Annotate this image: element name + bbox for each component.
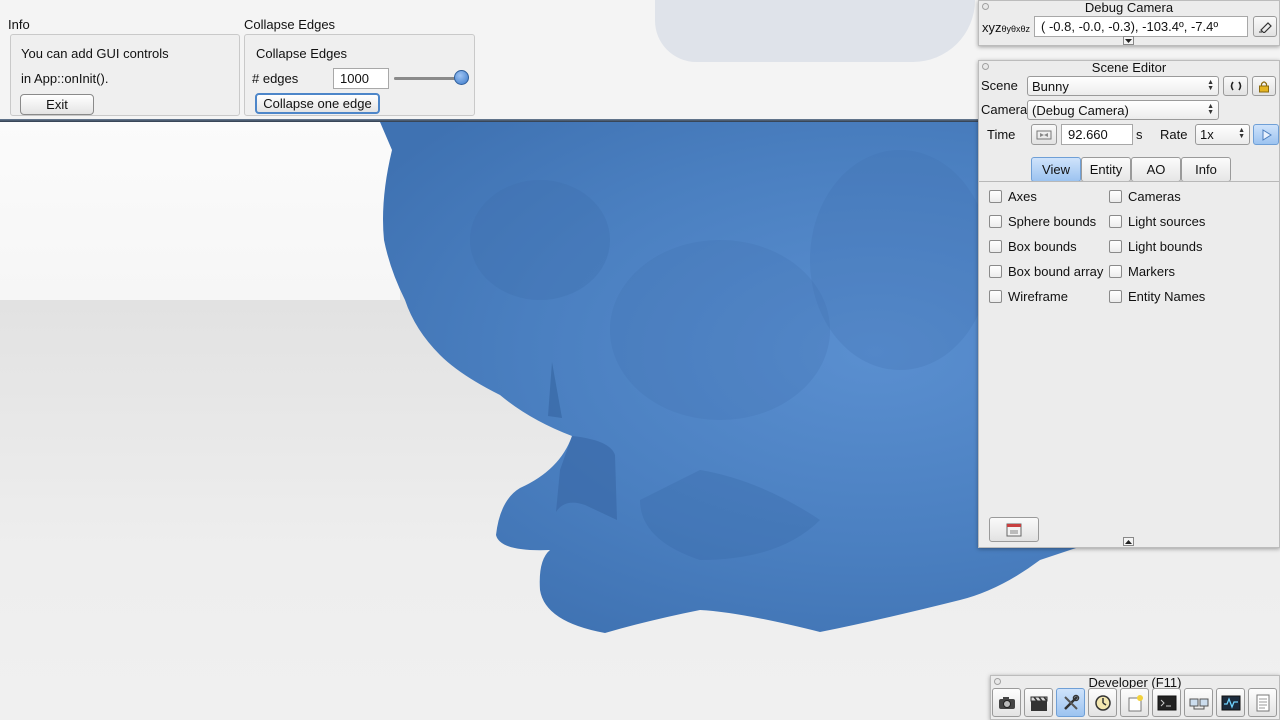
time-unit: s	[1136, 127, 1143, 142]
checkbox-icon	[989, 214, 1002, 228]
axes-checkbox[interactable]: Axes	[989, 188, 1037, 204]
camera-label: Camera	[981, 102, 1028, 117]
info-pane-title: Info	[8, 17, 30, 32]
edges-label: # edges	[252, 71, 299, 86]
time-input[interactable]: 92.660	[1061, 124, 1133, 145]
xyz-label: xyzθyθxθz	[982, 20, 1031, 35]
play-icon[interactable]	[1253, 124, 1279, 145]
rate-dropdown[interactable]: 1x ▲ ▼	[1195, 124, 1250, 145]
cameras-checkbox[interactable]: Cameras	[1109, 188, 1181, 204]
checkbox-label: Entity Names	[1128, 288, 1206, 304]
checkbox-label: Box bounds	[1008, 238, 1077, 254]
collapse-pane-title: Collapse Edges	[244, 17, 336, 32]
camera-dropdown[interactable]: (Debug Camera) ▲ ▼	[1027, 100, 1219, 120]
clock-icon[interactable]	[1088, 688, 1117, 717]
checkbox-icon	[1109, 214, 1122, 228]
checkbox-label: Light sources	[1128, 213, 1206, 229]
film-clapper-icon[interactable]	[1024, 688, 1053, 717]
checkbox-label: Markers	[1128, 263, 1175, 279]
box-bound-array-checkbox[interactable]: Box bound array	[989, 263, 1103, 279]
checkbox-icon	[1109, 264, 1122, 278]
tab-entity[interactable]: Entity	[1081, 157, 1131, 182]
checkbox-label: Wireframe	[1008, 288, 1068, 304]
network-icon[interactable]	[1184, 688, 1213, 717]
collapse-arrow-icon[interactable]	[1123, 537, 1134, 546]
save-scene-icon[interactable]	[989, 517, 1039, 542]
light-sources-checkbox[interactable]: Light sources	[1109, 213, 1205, 229]
copy-icon[interactable]	[1253, 16, 1277, 37]
checkbox-label: Box bound array	[1008, 263, 1104, 279]
time-label: Time	[987, 127, 1016, 142]
exit-button[interactable]: Exit	[20, 94, 94, 115]
checkbox-icon	[1109, 239, 1122, 253]
checkbox-label: Axes	[1008, 188, 1037, 204]
box-bounds-checkbox[interactable]: Box bounds	[989, 238, 1077, 254]
tab-info[interactable]: Info	[1181, 157, 1231, 182]
scene-label: Scene	[981, 78, 1018, 93]
scene-editor-title: Scene Editor	[1091, 60, 1167, 75]
checkbox-icon	[989, 289, 1002, 303]
dropdown-arrows-icon: ▲ ▼	[1207, 103, 1214, 116]
rate-label: Rate	[1160, 127, 1188, 142]
collapse-one-edge-button[interactable]: Collapse one edge	[255, 93, 380, 114]
camera-dropdown-value: (Debug Camera)	[1032, 102, 1129, 118]
dropdown-arrows-icon: ▲ ▼	[1238, 127, 1245, 140]
profiler-icon[interactable]	[1216, 688, 1245, 717]
markers-checkbox[interactable]: Markers	[1109, 263, 1175, 279]
dropdown-arrows-icon: ▲ ▼	[1207, 79, 1214, 92]
checkbox-label: Sphere bounds	[1008, 213, 1097, 229]
new-document-icon[interactable]	[1120, 688, 1149, 717]
film-reset-icon[interactable]	[1031, 124, 1057, 145]
info-text-line2: in App::onInit().	[21, 71, 109, 86]
edges-input[interactable]: 1000	[333, 68, 389, 89]
edges-slider-fill	[394, 77, 462, 80]
lock-icon[interactable]	[1252, 76, 1276, 96]
checkbox-icon	[989, 189, 1002, 203]
info-text-line1: You can add GUI controls	[21, 46, 169, 61]
rate-dropdown-value: 1x	[1200, 127, 1214, 142]
debug-camera-window: Debug Camera xyzθyθxθz ( -0.8, -0.0, -0.…	[978, 0, 1280, 46]
checkbox-icon	[989, 239, 1002, 253]
expand-arrow-icon[interactable]	[1123, 36, 1134, 45]
tab-ao[interactable]: AO	[1131, 157, 1181, 182]
light-bounds-checkbox[interactable]: Light bounds	[1109, 238, 1202, 254]
wireframe-checkbox[interactable]: Wireframe	[989, 288, 1068, 304]
edges-slider-knob[interactable]	[453, 70, 469, 85]
checkbox-icon	[1109, 289, 1122, 303]
collapse-heading: Collapse Edges	[256, 46, 348, 61]
camera-icon[interactable]	[992, 688, 1021, 717]
checkbox-icon	[1109, 189, 1122, 203]
tools-icon[interactable]	[1056, 688, 1085, 717]
entity-names-checkbox[interactable]: Entity Names	[1109, 288, 1205, 304]
debug-camera-title: Debug Camera	[1084, 0, 1174, 15]
sphere-bounds-checkbox[interactable]: Sphere bounds	[989, 213, 1096, 229]
reload-scene-icon[interactable]	[1223, 76, 1248, 96]
scene-dropdown-value: Bunny	[1032, 78, 1069, 94]
checkbox-label: Cameras	[1128, 188, 1181, 204]
checkbox-label: Light bounds	[1128, 238, 1203, 254]
scene-dropdown[interactable]: Bunny ▲ ▼	[1027, 76, 1219, 96]
log-icon[interactable]	[1248, 688, 1277, 717]
checkbox-icon	[989, 264, 1002, 278]
terminal-icon[interactable]	[1152, 688, 1181, 717]
tab-view[interactable]: View	[1031, 157, 1081, 182]
tab-divider	[979, 181, 1279, 182]
camera-position-field[interactable]: ( -0.8, -0.0, -0.3), -103.4º, -7.4º	[1034, 16, 1248, 37]
